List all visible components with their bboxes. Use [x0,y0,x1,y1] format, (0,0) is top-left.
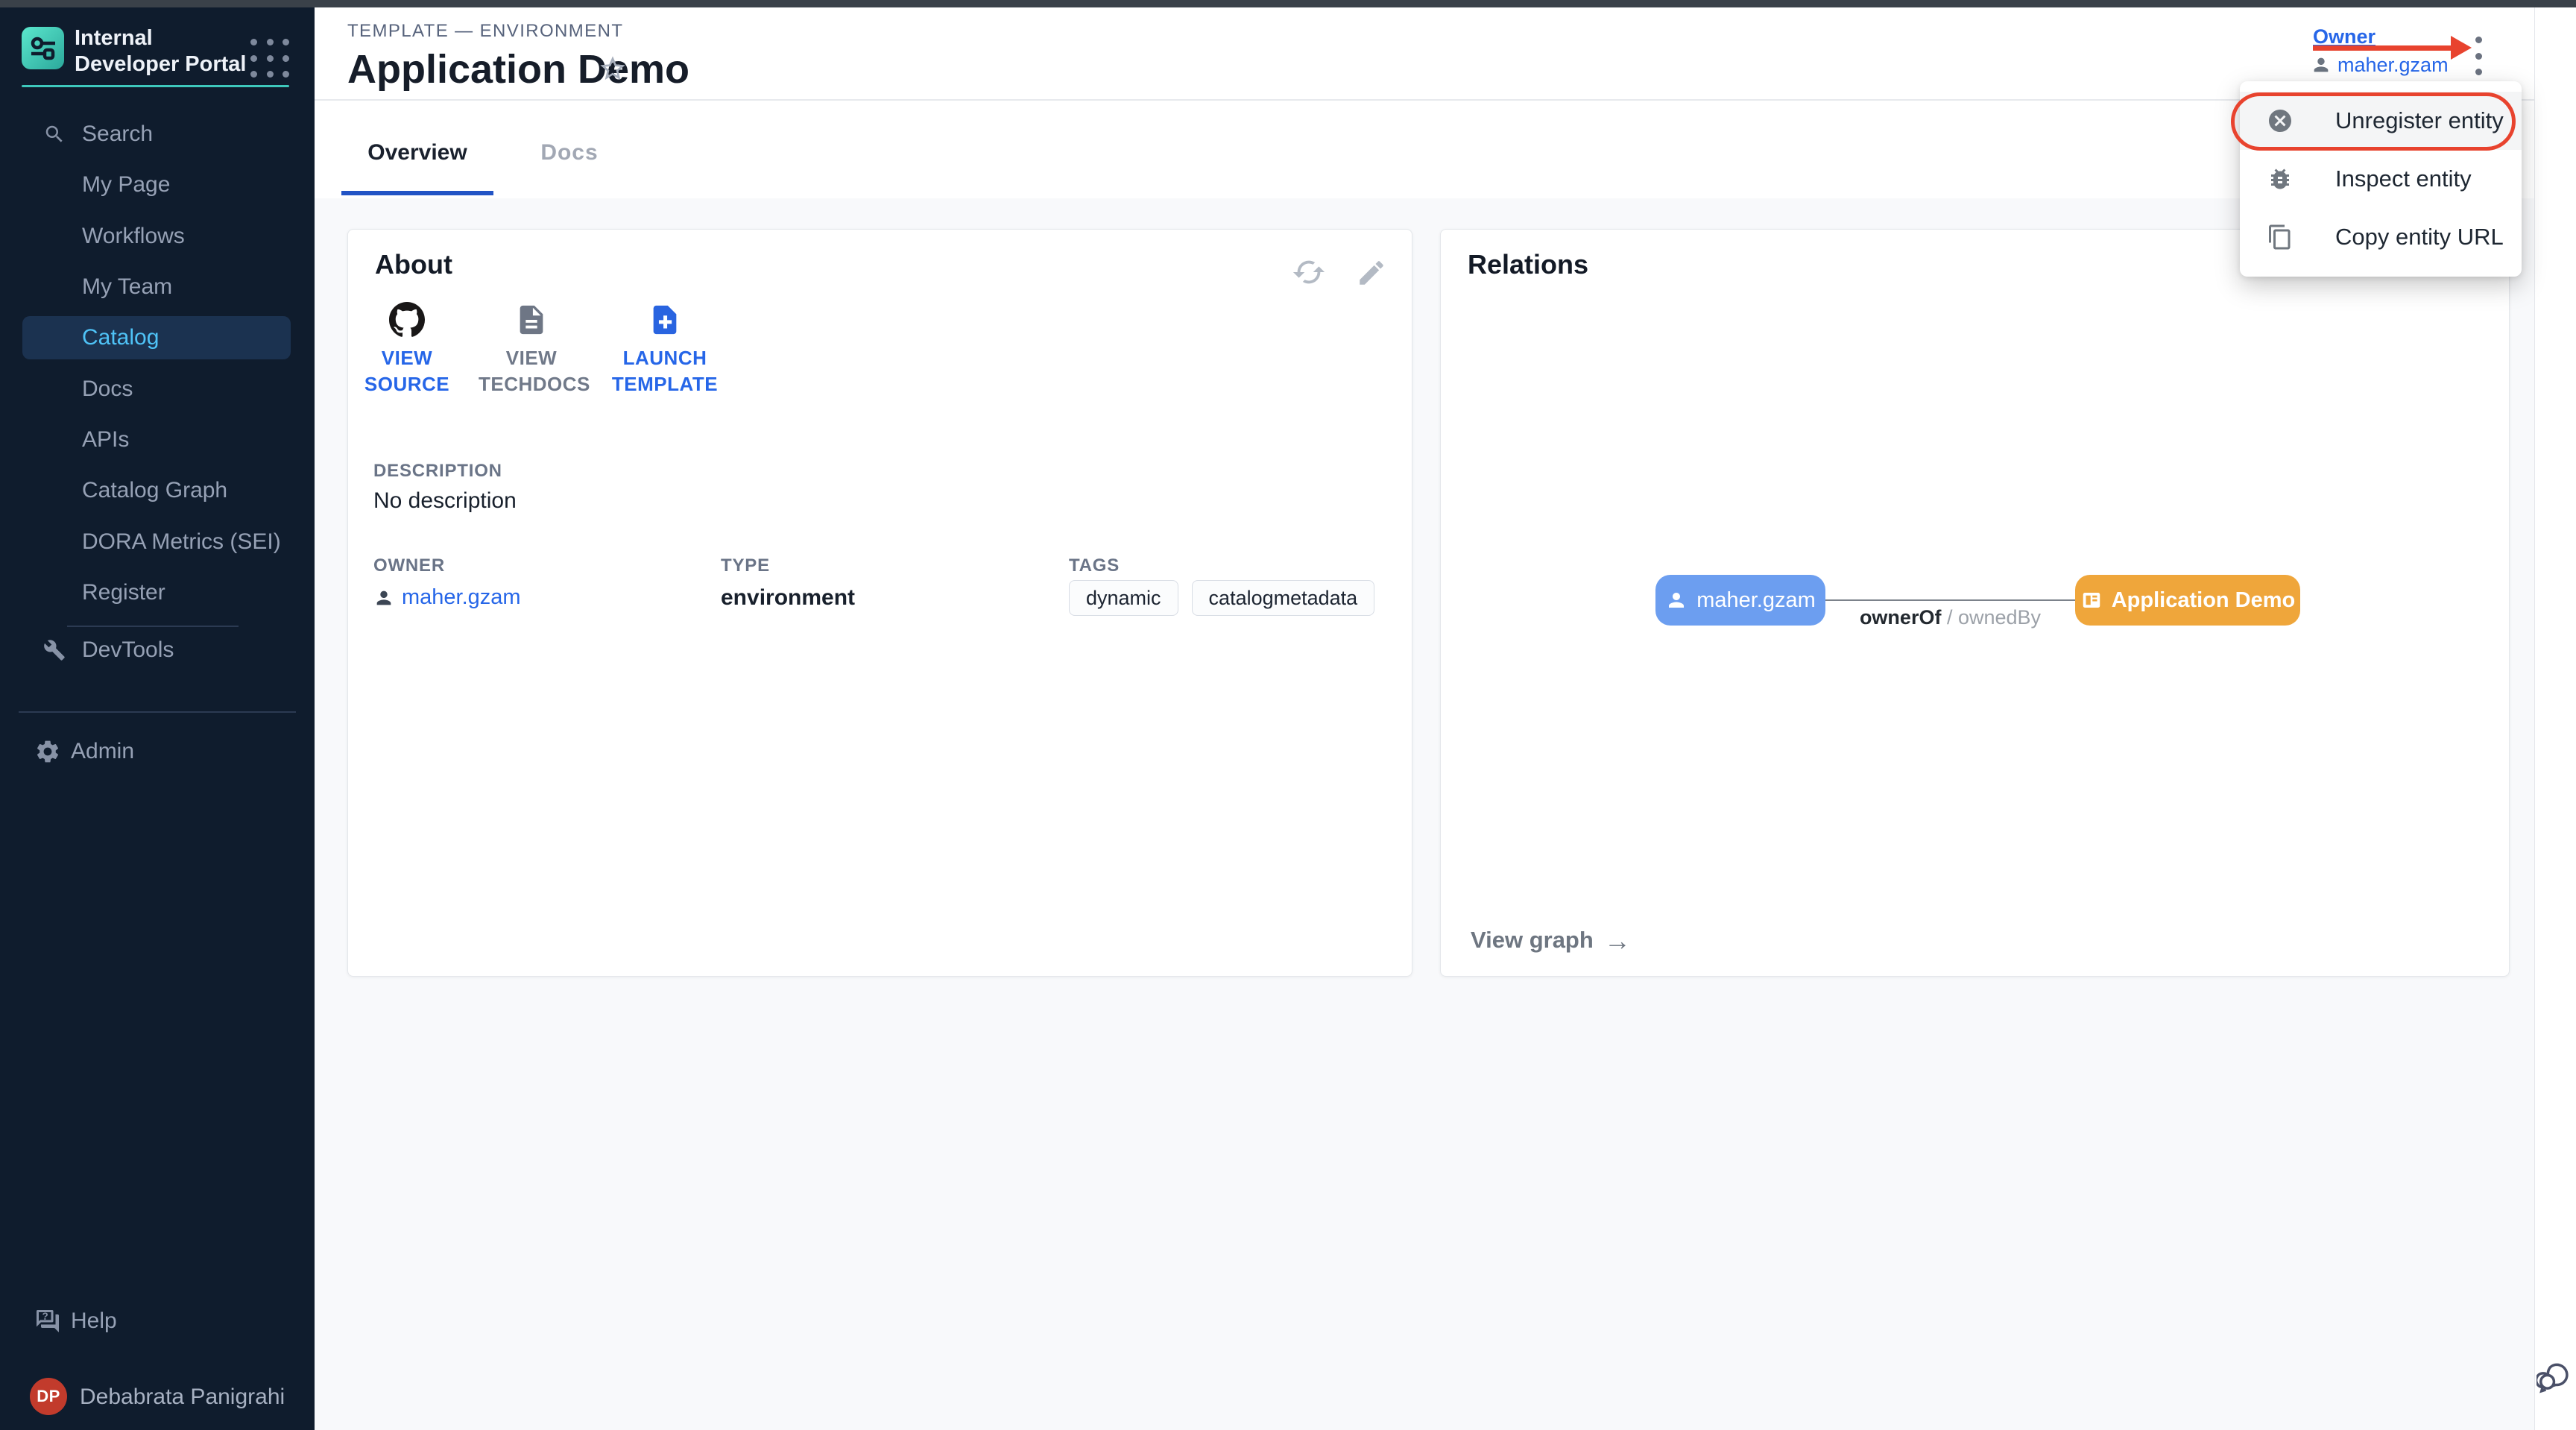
sidebar-item-help[interactable]: ? Help [0,1303,315,1339]
sidebar-item-dora-metrics[interactable]: DORA Metrics (SEI) [0,524,315,560]
tag-chip-dynamic[interactable]: dynamic [1069,580,1178,616]
app-title: Internal Developer Portal [75,25,250,78]
avatar: DP [30,1378,67,1415]
apps-grid-icon[interactable] [250,39,291,79]
user-name: Debabrata Panigrahi [80,1376,285,1418]
sidebar-item-catalog-graph[interactable]: Catalog Graph [0,473,315,508]
description-value: No description [373,488,517,514]
view-source-button[interactable]: VIEW SOURCE [354,300,460,397]
view-techdocs-button[interactable]: VIEW TECHDOCS [479,300,584,397]
github-icon [354,300,460,339]
gear-icon [34,738,61,765]
window-top-strip [0,0,2576,7]
about-card: About VIEW SOURCE [347,229,1412,977]
sidebar-item-search[interactable]: Search [0,116,315,152]
relations-card: Relations maher.gzam Application Demo ow… [1440,229,2510,977]
menu-item-inspect-entity[interactable]: Inspect entity [2240,150,2522,208]
type-field-label: TYPE [721,555,770,576]
header-divider [315,99,2534,101]
app-logo [22,27,64,69]
tag-chip-catalogmetadata[interactable]: catalogmetadata [1192,580,1375,616]
type-field-value: environment [721,585,855,611]
breadcrumb[interactable]: TEMPLATE — ENVIRONMENT [347,21,623,42]
owner-field-label: OWNER [373,555,445,576]
template-add-icon [610,300,719,339]
main-content: TEMPLATE — ENVIRONMENT Application Demo … [315,7,2534,1430]
sidebar-divider [19,711,296,713]
red-arrow-annotation-head [2451,36,2472,60]
about-card-title: About [375,249,452,280]
sidebar-item-devtools[interactable]: DevTools [0,632,315,668]
svg-text:?: ? [42,1311,48,1322]
red-arrow-annotation [2313,45,2453,51]
chat-bubbles-icon[interactable] [2536,1355,2574,1397]
help-chat-icon: ? [34,1308,61,1335]
graph-node-owner[interactable]: maher.gzam [1655,575,1825,626]
launch-template-button[interactable]: LAUNCH TEMPLATE [610,300,719,397]
sidebar-item-workflows[interactable]: Workflows [0,218,315,254]
wrench-icon [43,639,66,661]
logo-mark-icon [28,34,58,63]
sidebar-item-docs[interactable]: Docs [0,371,315,407]
sidebar-user-profile[interactable]: DP Debabrata Panigrahi [0,1376,315,1418]
right-rail [2534,7,2576,1430]
search-icon [43,123,66,145]
favorite-star-icon[interactable] [598,54,628,84]
active-tab-indicator [341,191,493,195]
sidebar-item-register[interactable]: Register [0,575,315,611]
sidebar-item-apis[interactable]: APIs [0,422,315,458]
red-box-annotation [2231,92,2516,151]
page-title: Application Demo [347,46,689,92]
copy-icon [2267,224,2294,251]
sidebar-item-admin[interactable]: Admin [0,734,315,769]
techdocs-file-icon [479,300,584,339]
tags-field-label: TAGS [1069,555,1120,576]
tab-docs[interactable]: Docs [493,119,645,186]
menu-item-copy-entity-url[interactable]: Copy entity URL [2240,208,2522,266]
about-owner-link[interactable]: maher.gzam [402,585,521,610]
sidebar-item-catalog[interactable]: Catalog [0,316,315,359]
description-label: DESCRIPTION [373,461,502,482]
relation-edge [1825,599,2075,601]
tab-overview[interactable]: Overview [341,119,493,186]
header-owner-row: maher.gzam [2311,52,2449,78]
view-graph-link[interactable]: View graph → [1471,927,1631,954]
sidebar-teal-divider [22,85,289,87]
sidebar-item-my-team[interactable]: My Team [0,269,315,305]
person-icon [373,588,394,608]
edit-pencil-icon[interactable] [1356,257,1390,292]
owner-field-value: maher.gzam [373,585,521,610]
tags-row: dynamic catalogmetadata [1069,580,1374,616]
sidebar-divider [67,626,239,627]
arrow-right-icon: → [1604,929,1631,952]
sidebar: Internal Developer Portal Search My Page… [0,7,315,1430]
relation-edge-label: ownerOf / ownedBy [1825,606,2075,629]
owner-user-link[interactable]: maher.gzam [2337,54,2449,77]
sidebar-item-my-page[interactable]: My Page [0,167,315,203]
relations-card-title: Relations [1468,249,1588,280]
person-icon [2311,54,2332,75]
refresh-icon[interactable] [1292,255,1326,289]
bug-icon [2267,166,2294,192]
template-card-icon [2080,589,2103,611]
graph-node-entity[interactable]: Application Demo [2075,575,2300,626]
person-icon [1665,589,1688,611]
